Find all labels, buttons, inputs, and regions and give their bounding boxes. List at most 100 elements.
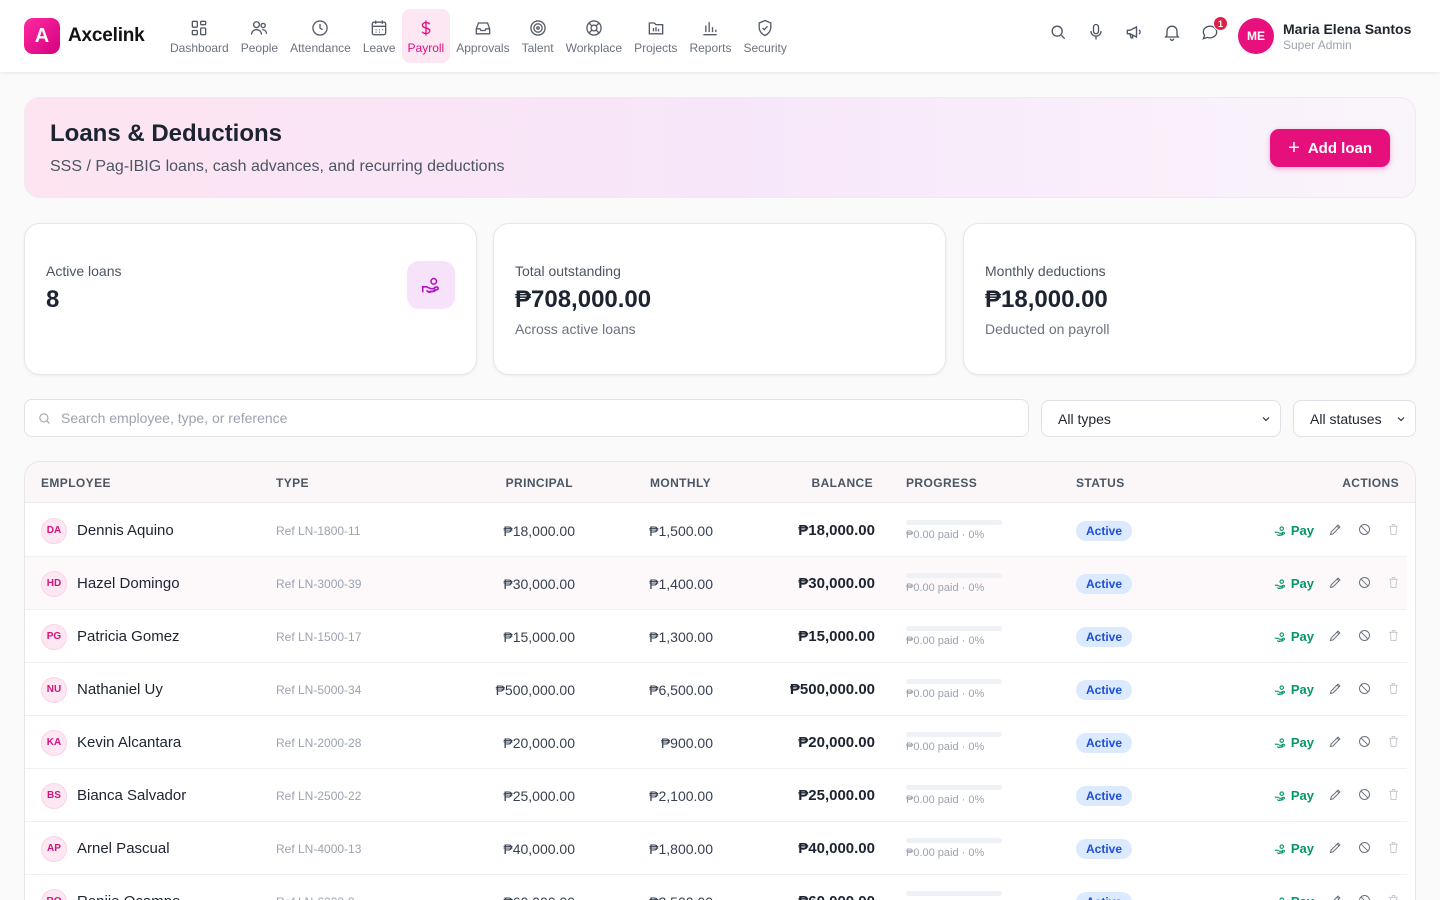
notifications-button[interactable]	[1162, 22, 1182, 42]
pencil-icon	[1329, 788, 1341, 800]
pay-button[interactable]: Pay	[1273, 682, 1314, 697]
table-row[interactable]: NU Nathaniel Uy Ref LN-5000-34 ₱500,000.00 ₱…	[25, 663, 1407, 716]
announcements-button[interactable]	[1124, 22, 1144, 42]
employee-cell: DA Dennis Aquino	[41, 504, 174, 557]
edit-button[interactable]	[1328, 575, 1343, 593]
table-row[interactable]: PG Patricia Gomez Ref LN-1500-17 ₱15,000.00…	[25, 610, 1407, 663]
status-select[interactable]: All statuses	[1293, 400, 1416, 437]
nav-item-attendance[interactable]: Attendance	[284, 9, 357, 63]
employee-avatar: AP	[41, 835, 67, 862]
ban-icon	[1359, 576, 1370, 588]
table-row[interactable]: AP Arnel Pascual Ref LN-4000-13 ₱40,000.00 ₱…	[25, 822, 1407, 875]
user-menu[interactable]: ME Maria Elena Santos Super Admin	[1238, 18, 1411, 54]
col-header-monthly[interactable]: MONTHLY	[650, 476, 711, 490]
pay-label: Pay	[1290, 841, 1314, 856]
col-header-principal[interactable]: PRINCIPAL	[506, 476, 573, 490]
table-row[interactable]: BS Bianca Salvador Ref LN-2500-22 ₱25,000.0…	[25, 769, 1407, 822]
edit-button[interactable]	[1328, 787, 1343, 805]
edit-button[interactable]	[1328, 840, 1343, 858]
type-select[interactable]: All types	[1041, 400, 1281, 437]
search-button[interactable]	[1048, 22, 1068, 42]
search-input[interactable]	[61, 410, 1028, 426]
cancel-loan-button[interactable]	[1357, 734, 1372, 752]
trash-icon	[1389, 735, 1398, 747]
nav-item-workplace[interactable]: Workplace	[560, 9, 628, 63]
employee-name[interactable]: Patricia Gomez	[77, 628, 180, 645]
cancel-loan-button[interactable]	[1357, 840, 1372, 858]
status-cell: Active	[1076, 716, 1133, 769]
ban-icon	[1359, 523, 1370, 535]
pay-button[interactable]: Pay	[1273, 788, 1314, 803]
edit-button[interactable]	[1328, 734, 1343, 752]
table-row[interactable]: DA Dennis Aquino Ref LN-1800-11 ₱18,000.00 ₱…	[25, 504, 1407, 557]
employee-name[interactable]: Kevin Alcantara	[77, 734, 181, 751]
monthly-amount: ₱1,300.00	[649, 628, 713, 645]
employee-cell: NU Nathaniel Uy	[41, 663, 163, 716]
pay-button[interactable]: Pay	[1273, 523, 1314, 538]
pay-button[interactable]: Pay	[1273, 629, 1314, 644]
avatar: ME	[1238, 18, 1274, 54]
progress-text: ₱0.00 paid · 0%	[906, 688, 985, 700]
table-row[interactable]: KA Kevin Alcantara Ref LN-2000-28 ₱20,000.0…	[25, 716, 1407, 769]
nav-item-payroll[interactable]: Payroll	[401, 9, 451, 63]
edit-button[interactable]	[1328, 893, 1343, 900]
employee-name[interactable]: Hazel Domingo	[77, 575, 180, 592]
voice-button[interactable]	[1086, 22, 1106, 42]
table-row[interactable]: HD Hazel Domingo Ref LN-3000-39 ₱30,000.00 ₱…	[25, 557, 1407, 610]
search-icon	[1051, 25, 1066, 40]
cancel-loan-button[interactable]	[1357, 575, 1372, 593]
employee-name[interactable]: Bianca Salvador	[77, 787, 186, 804]
table-row[interactable]: RO Renjie Ocampo Ref LN-6000-9 ₱60,000.00 ₱2…	[25, 875, 1407, 900]
col-header-progress[interactable]: PROGRESS	[906, 476, 977, 490]
brand[interactable]: A Axcelink	[24, 18, 145, 54]
employee-name[interactable]: Arnel Pascual	[77, 840, 170, 857]
pay-button[interactable]: Pay	[1273, 841, 1314, 856]
status-badge: Active	[1076, 573, 1133, 594]
chevron-down-icon	[1397, 416, 1405, 421]
delete-button[interactable]	[1386, 787, 1401, 805]
cancel-loan-button[interactable]	[1357, 787, 1372, 805]
employee-name[interactable]: Renjie Ocampo	[77, 893, 180, 900]
edit-button[interactable]	[1328, 681, 1343, 699]
cancel-loan-button[interactable]	[1357, 522, 1372, 540]
monthly-amount: ₱1,800.00	[649, 840, 713, 857]
progress-bar	[906, 785, 1002, 790]
ban-icon	[1359, 629, 1370, 641]
delete-button[interactable]	[1386, 575, 1401, 593]
col-header-balance[interactable]: BALANCE	[812, 476, 873, 490]
delete-button[interactable]	[1386, 893, 1401, 900]
delete-button[interactable]	[1386, 522, 1401, 540]
nav-item-projects[interactable]: Projects	[628, 9, 683, 63]
messages-button[interactable]: 1	[1200, 16, 1228, 42]
col-header-type[interactable]: TYPE	[276, 476, 309, 490]
add-loan-button[interactable]: + Add loan	[1270, 129, 1390, 167]
col-header-employee[interactable]: EMPLOYEE	[41, 476, 111, 490]
pay-button[interactable]: Pay	[1273, 576, 1314, 591]
progress-cell: ₱0.00 paid · 0%	[906, 875, 1002, 900]
delete-button[interactable]	[1386, 734, 1401, 752]
cancel-loan-button[interactable]	[1357, 681, 1372, 699]
delete-button[interactable]	[1386, 628, 1401, 646]
nav-item-reports[interactable]: Reports	[683, 9, 737, 63]
cancel-loan-button[interactable]	[1357, 893, 1372, 900]
nav-item-dashboard[interactable]: Dashboard	[164, 9, 235, 63]
monthly-amount: ₱2,100.00	[649, 787, 713, 804]
nav-item-leave[interactable]: Leave	[357, 9, 402, 63]
nav-item-talent[interactable]: Talent	[516, 9, 560, 63]
col-header-status[interactable]: STATUS	[1076, 476, 1125, 490]
loan-reference: Ref LN-1800-11	[276, 523, 361, 538]
cancel-loan-button[interactable]	[1357, 628, 1372, 646]
employee-name[interactable]: Dennis Aquino	[77, 522, 174, 539]
nav-item-people[interactable]: People	[235, 9, 284, 63]
nav-item-approvals[interactable]: Approvals	[450, 9, 515, 63]
edit-button[interactable]	[1328, 522, 1343, 540]
pay-button[interactable]: Pay	[1273, 735, 1314, 750]
loan-reference: Ref LN-2500-22	[276, 788, 362, 803]
delete-button[interactable]	[1386, 681, 1401, 699]
delete-button[interactable]	[1386, 840, 1401, 858]
employee-name[interactable]: Nathaniel Uy	[77, 681, 163, 698]
pay-button[interactable]: Pay	[1273, 894, 1314, 900]
employee-avatar: NU	[41, 676, 67, 703]
nav-item-security[interactable]: Security	[737, 9, 792, 63]
edit-button[interactable]	[1328, 628, 1343, 646]
